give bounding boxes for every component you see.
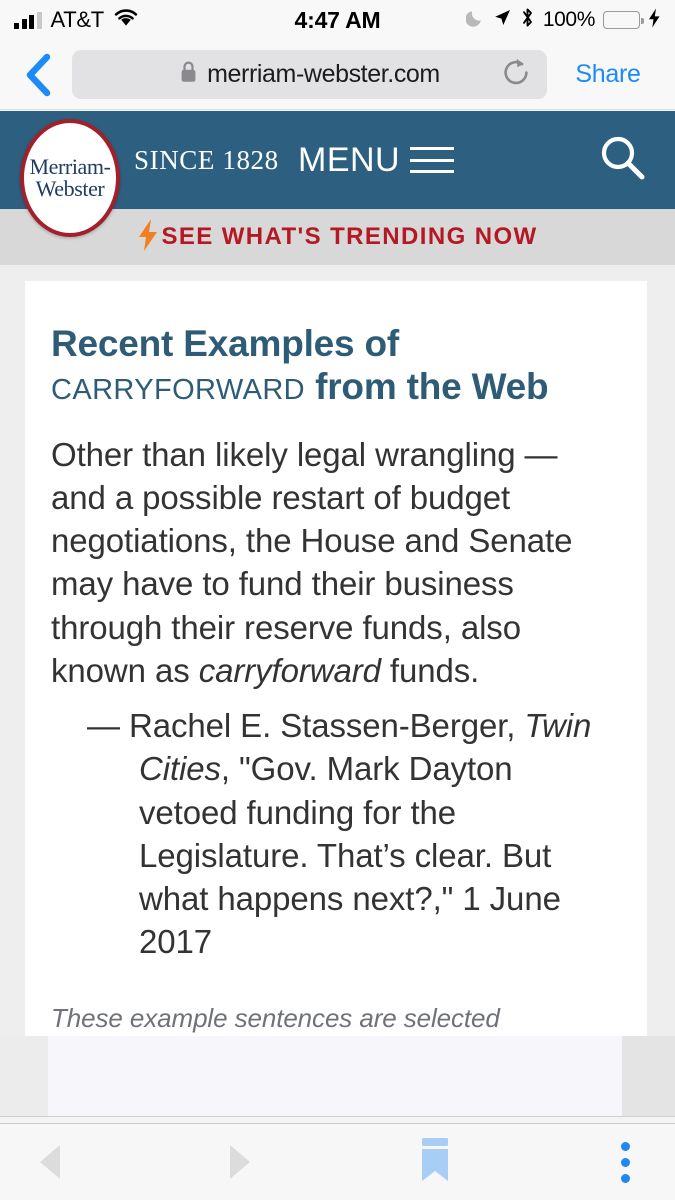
example-sentence: Other than likely legal wrangling — and … bbox=[51, 433, 619, 692]
wifi-icon bbox=[113, 8, 139, 32]
url-inner: merriam-webster.com bbox=[179, 60, 440, 89]
lightning-bolt-icon bbox=[137, 218, 159, 257]
logo-line-1: Merriam- bbox=[29, 153, 111, 179]
merriam-webster-logo[interactable]: Merriam- Webster bbox=[20, 119, 120, 237]
more-vertical-dots-icon bbox=[620, 1141, 630, 1183]
toolbar-back-button[interactable] bbox=[0, 1124, 100, 1200]
status-bar: AT&T 4:47 AM 100% bbox=[0, 0, 675, 40]
phone-screen: AT&T 4:47 AM 100% merriam-webster.com Sh… bbox=[0, 0, 675, 1200]
title-headword: CARRYFORWARD bbox=[51, 373, 306, 406]
site-header: Merriam- Webster SINCE 1828 MENU bbox=[0, 111, 675, 237]
battery-percent-label: 100% bbox=[542, 8, 596, 31]
toolbar-more-button[interactable] bbox=[575, 1124, 675, 1200]
overlay-left-gutter bbox=[0, 1036, 48, 1116]
battery-icon bbox=[603, 11, 644, 29]
browser-toolbar: merriam-webster.com Share bbox=[0, 40, 675, 110]
toolbar-forward-button[interactable] bbox=[190, 1124, 290, 1200]
example-headword: carryforward bbox=[198, 651, 381, 689]
moon-icon bbox=[465, 8, 485, 32]
back-triangle-icon bbox=[40, 1145, 60, 1179]
lock-icon bbox=[179, 60, 198, 89]
page-title: Recent Examples of CARRYFORWARD from the… bbox=[51, 323, 619, 409]
title-part-1: Recent Examples of bbox=[51, 323, 400, 364]
example-text-after: funds. bbox=[380, 651, 480, 689]
reload-icon[interactable] bbox=[499, 55, 533, 94]
attribution-author: Rachel E. Stassen-Berger, bbox=[128, 707, 525, 745]
browser-bottom-toolbar bbox=[0, 1123, 675, 1200]
page-content-area: Recent Examples of CARRYFORWARD from the… bbox=[0, 265, 675, 1135]
charging-bolt-icon bbox=[648, 8, 661, 33]
overlay-right-gutter bbox=[622, 1036, 675, 1116]
attribution-dash: — bbox=[87, 707, 120, 745]
examples-card: Recent Examples of CARRYFORWARD from the… bbox=[25, 281, 647, 1135]
url-text: merriam-webster.com bbox=[207, 60, 440, 88]
menu-button[interactable]: MENU bbox=[298, 140, 455, 180]
carrier-label: AT&T bbox=[50, 7, 105, 32]
forward-triangle-icon bbox=[230, 1145, 250, 1179]
overlay-panel[interactable] bbox=[48, 1036, 622, 1116]
logo-line-2: Webster bbox=[35, 176, 105, 201]
menu-label: MENU bbox=[298, 140, 401, 179]
url-field[interactable]: merriam-webster.com bbox=[72, 50, 547, 99]
title-part-2: from the Web bbox=[315, 365, 549, 407]
status-bar-right: 100% bbox=[431, 7, 661, 33]
browser-back-button[interactable] bbox=[12, 53, 66, 97]
search-icon[interactable] bbox=[597, 132, 649, 189]
status-bar-left: AT&T bbox=[14, 7, 244, 33]
trending-label: SEE WHAT'S TRENDING NOW bbox=[161, 223, 538, 250]
since-label: SINCE 1828 bbox=[134, 144, 279, 175]
bookmark-icon bbox=[418, 1136, 452, 1189]
example-attribution: — Rachel E. Stassen-Berger, Twin Cities,… bbox=[51, 704, 619, 963]
bluetooth-icon bbox=[520, 7, 535, 33]
toolbar-bookmark-button[interactable] bbox=[385, 1124, 485, 1200]
status-bar-time: 4:47 AM bbox=[294, 6, 381, 33]
location-arrow-icon bbox=[493, 8, 512, 32]
share-button[interactable]: Share bbox=[553, 60, 663, 89]
hamburger-icon bbox=[410, 147, 455, 173]
signal-bars-icon bbox=[14, 11, 42, 29]
